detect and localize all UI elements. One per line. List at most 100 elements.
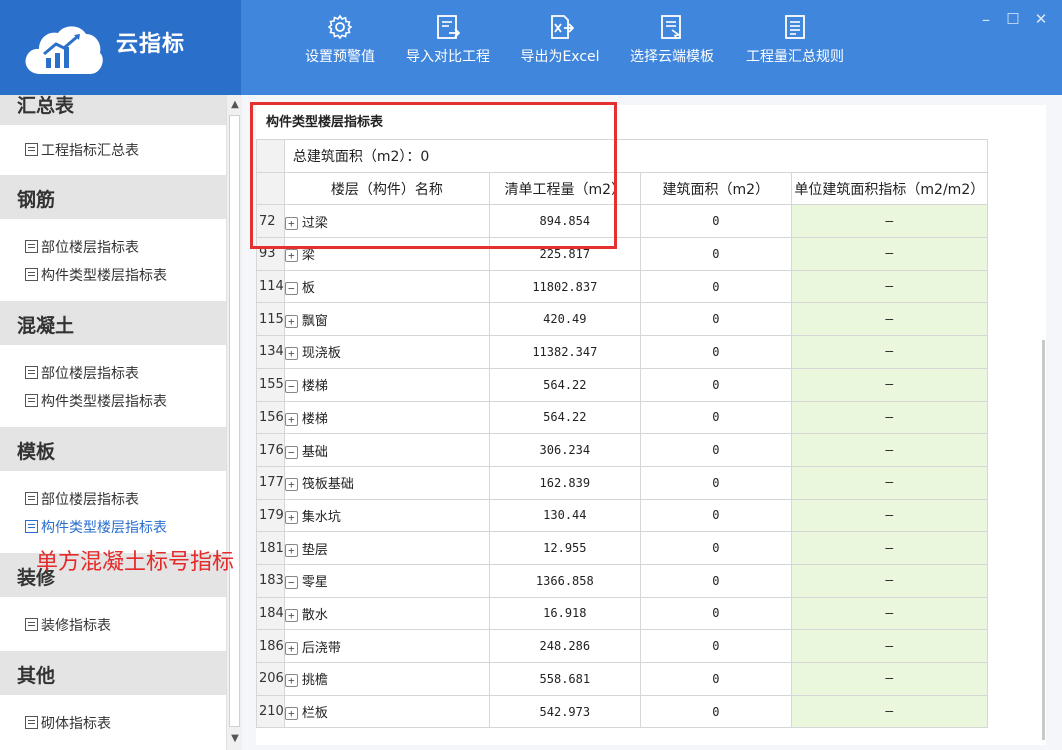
expand-icon[interactable]: +: [285, 510, 298, 524]
expand-icon[interactable]: +: [285, 608, 298, 622]
sidebar-category-concrete[interactable]: 混凝土: [0, 301, 226, 345]
row-index[interactable]: –: [790, 498, 988, 533]
table-row[interactable]: 186 + 后浇带 248.286 0–: [256, 629, 988, 663]
row-index[interactable]: –: [790, 433, 988, 467]
row-index[interactable]: –: [790, 596, 988, 631]
table-row[interactable]: 184 + 散水 16.918 0–: [256, 596, 988, 631]
expand-icon[interactable]: +: [285, 641, 298, 655]
row-quantity: 11382.347: [488, 335, 641, 369]
table-row[interactable]: 156 + 楼梯 564.22 0–: [256, 400, 988, 435]
row-number: 155: [256, 367, 285, 402]
export-excel-button[interactable]: 导出为Excel: [518, 14, 602, 80]
summary-rules-button[interactable]: 工程量汇总规则: [742, 14, 848, 80]
row-index[interactable]: –: [790, 531, 988, 565]
sidebar-item-rebar-location-floor[interactable]: 部位楼层指标表: [25, 237, 139, 257]
row-name-cell: + 梁: [283, 237, 490, 271]
row-index[interactable]: –: [790, 465, 988, 500]
sidebar-item-concrete-location-floor[interactable]: 部位楼层指标表: [25, 363, 139, 383]
close-button[interactable]: ✕: [1031, 10, 1051, 28]
sidebar-scroll-thumb[interactable]: [229, 115, 240, 727]
expand-icon[interactable]: +: [285, 216, 298, 230]
main-scrollbar[interactable]: [1042, 340, 1045, 740]
sidebar-item-formwork-location-floor[interactable]: 部位楼层指标表: [25, 489, 139, 509]
row-index[interactable]: –: [790, 400, 988, 435]
row-number: 186: [256, 629, 285, 663]
sidebar-item-formwork-component-floor[interactable]: 构件类型楼层指标表: [25, 517, 167, 537]
table-row[interactable]: 134 + 现浇板 11382.347 0–: [256, 335, 988, 369]
import-compare-button[interactable]: 导入对比工程: [402, 14, 494, 80]
collapse-icon[interactable]: −: [285, 380, 298, 394]
set-alert-button[interactable]: 设置预警值: [302, 14, 378, 80]
expand-icon[interactable]: +: [285, 249, 298, 263]
row-name-cell: − 楼梯: [283, 367, 490, 402]
expand-icon[interactable]: +: [285, 674, 298, 688]
row-area: 0: [639, 400, 792, 435]
sidebar-category-other[interactable]: 其他: [0, 651, 226, 695]
minimize-button[interactable]: –: [976, 10, 996, 29]
row-index[interactable]: –: [790, 694, 988, 729]
row-index[interactable]: –: [790, 269, 988, 304]
sidebar-scrollbar[interactable]: ▲ ▼: [226, 95, 242, 750]
row-area: 0: [639, 204, 792, 239]
row-quantity: 130.44: [488, 498, 641, 533]
sidebar-item-masonry-index[interactable]: 砌体指标表: [25, 713, 111, 733]
table-row[interactable]: 206 + 挑檐 558.681 0–: [256, 662, 988, 696]
sidebar-category-formwork[interactable]: 模板: [0, 427, 226, 471]
row-name-cell: + 楼梯: [283, 400, 490, 435]
scroll-up-arrow-icon[interactable]: ▲: [229, 99, 241, 111]
table-row[interactable]: 179 + 集水坑 130.44 0–: [256, 498, 988, 533]
row-index[interactable]: –: [790, 335, 988, 369]
sidebar-category-rebar[interactable]: 钢筋: [0, 175, 226, 219]
select-template-button[interactable]: 选择云端模板: [626, 14, 718, 80]
row-area: 0: [639, 531, 792, 565]
expand-icon[interactable]: +: [285, 347, 298, 361]
column-header-area[interactable]: 建筑面积（m2）: [639, 171, 792, 206]
row-area: 0: [639, 596, 792, 631]
sidebar-item-project-summary[interactable]: 工程指标汇总表: [25, 140, 139, 160]
row-index[interactable]: –: [790, 563, 988, 598]
sidebar-item-decoration-index[interactable]: 装修指标表: [25, 615, 111, 635]
row-index[interactable]: –: [790, 302, 988, 337]
table-row[interactable]: 93 + 梁 225.817 0–: [256, 237, 988, 271]
row-name-label: 栏板: [301, 706, 328, 722]
row-index[interactable]: –: [790, 237, 988, 271]
table-row[interactable]: 114− 板 11802.837 0–: [256, 269, 988, 304]
row-header-blank: [256, 171, 285, 206]
row-number: 184: [256, 596, 285, 631]
table-row[interactable]: 181 + 垫层 12.955 0–: [256, 531, 988, 565]
collapse-icon[interactable]: −: [285, 282, 298, 296]
expand-icon[interactable]: +: [285, 543, 298, 557]
column-header-index[interactable]: 单位建筑面积指标（m2/m2）: [790, 171, 988, 206]
collapse-icon[interactable]: −: [285, 445, 298, 459]
row-area: 0: [639, 694, 792, 729]
expand-icon[interactable]: +: [285, 478, 298, 492]
collapse-icon[interactable]: −: [285, 576, 298, 590]
expand-icon[interactable]: +: [285, 314, 298, 328]
expand-icon[interactable]: +: [285, 412, 298, 426]
table-row[interactable]: 177 + 筏板基础 162.839 0–: [256, 465, 988, 500]
row-index[interactable]: –: [790, 662, 988, 696]
table-row[interactable]: 176− 基础 306.234 0–: [256, 433, 988, 467]
table-row[interactable]: 72 + 过梁 894.854 0–: [256, 204, 988, 239]
row-index[interactable]: –: [790, 204, 988, 239]
row-area: 0: [639, 237, 792, 271]
table-row[interactable]: 210 + 栏板 542.973 0–: [256, 694, 988, 729]
maximize-button[interactable]: □: [1003, 10, 1023, 26]
expand-icon[interactable]: +: [285, 707, 298, 721]
sidebar-item-rebar-component-floor[interactable]: 构件类型楼层指标表: [25, 265, 167, 285]
row-number: 72: [256, 204, 285, 239]
table-row[interactable]: 115 + 飘窗 420.49 0–: [256, 302, 988, 337]
table-row[interactable]: 183− 零星 1366.858 0–: [256, 563, 988, 598]
row-area: 0: [639, 563, 792, 598]
column-header-name[interactable]: 楼层（构件）名称: [283, 171, 490, 206]
row-index[interactable]: –: [790, 629, 988, 663]
row-quantity: 558.681: [488, 662, 641, 696]
sidebar-category-summary[interactable]: 汇总表: [0, 95, 226, 125]
table-row[interactable]: 155− 楼梯 564.22 0–: [256, 367, 988, 402]
column-header-quantity[interactable]: 清单工程量（m2）: [488, 171, 641, 206]
row-index[interactable]: –: [790, 367, 988, 402]
scroll-down-arrow-icon[interactable]: ▼: [229, 733, 241, 745]
sidebar-item-concrete-component-floor[interactable]: 构件类型楼层指标表: [25, 391, 167, 411]
row-name-label: 过梁: [301, 215, 328, 231]
app-header: 云指标 设置预警值 导入对比工程 导出为Excel 选择云端模板 工程量汇总规则…: [0, 0, 1062, 95]
